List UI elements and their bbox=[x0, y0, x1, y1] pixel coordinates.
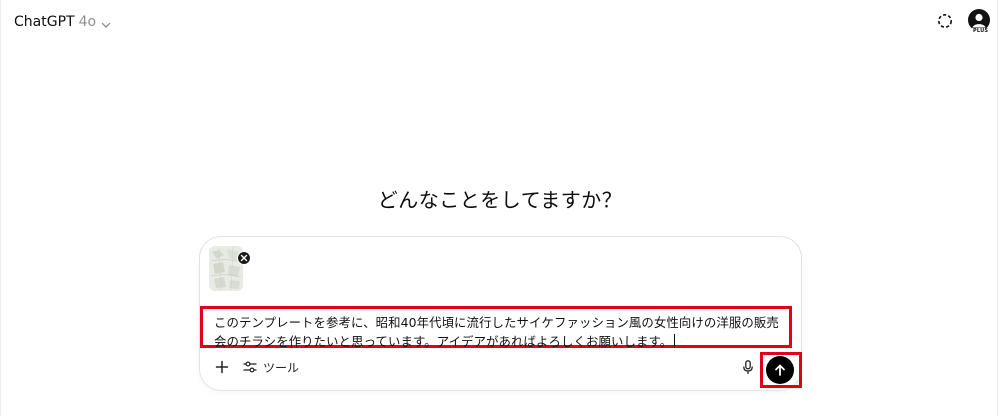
prompt-text: このテンプレートを参考に、昭和40年代頃に流行したサイケファッション風の女性向け… bbox=[214, 313, 779, 351]
model-selector[interactable]: ChatGPT 4o bbox=[14, 10, 112, 34]
model-version: 4o bbox=[78, 14, 97, 30]
composer: このテンプレートを参考に、昭和40年代頃に流行したサイケファッション風の女性向け… bbox=[199, 236, 802, 391]
plan-badge: PLUS bbox=[972, 28, 990, 34]
dashed-circle-icon bbox=[938, 14, 952, 28]
image-attachment[interactable] bbox=[209, 246, 251, 291]
sliders-icon bbox=[243, 361, 257, 373]
arrow-up-icon bbox=[775, 364, 785, 376]
model-name: ChatGPT bbox=[14, 14, 75, 30]
voice-input-button[interactable] bbox=[740, 359, 756, 375]
account-menu-button[interactable]: PLUS bbox=[966, 9, 992, 35]
tools-button[interactable]: ツール bbox=[242, 357, 299, 377]
remove-attachment-button[interactable] bbox=[237, 251, 251, 265]
send-button-highlight bbox=[760, 352, 802, 388]
send-button[interactable] bbox=[766, 356, 794, 384]
chatgpt-page: ChatGPT 4o PLUS どんなことをしてますか？ このテンプレートを参考… bbox=[0, 0, 1000, 416]
chevron-down-icon bbox=[100, 16, 112, 28]
add-attachment-button[interactable] bbox=[214, 359, 230, 375]
text-caret bbox=[674, 334, 676, 348]
microphone-icon bbox=[743, 360, 753, 375]
plus-icon bbox=[215, 360, 229, 374]
close-icon bbox=[240, 254, 248, 262]
prompt-input[interactable]: このテンプレートを参考に、昭和40年代頃に流行したサイケファッション風の女性向け… bbox=[200, 306, 792, 351]
tools-label: ツール bbox=[263, 360, 300, 375]
page-title: どんなことをしてますか？ bbox=[377, 188, 623, 212]
prompt-text-content: このテンプレートを参考に、昭和40年代頃に流行したサイケファッション風の女性向け… bbox=[214, 315, 779, 349]
temporary-chat-button[interactable] bbox=[936, 12, 954, 30]
